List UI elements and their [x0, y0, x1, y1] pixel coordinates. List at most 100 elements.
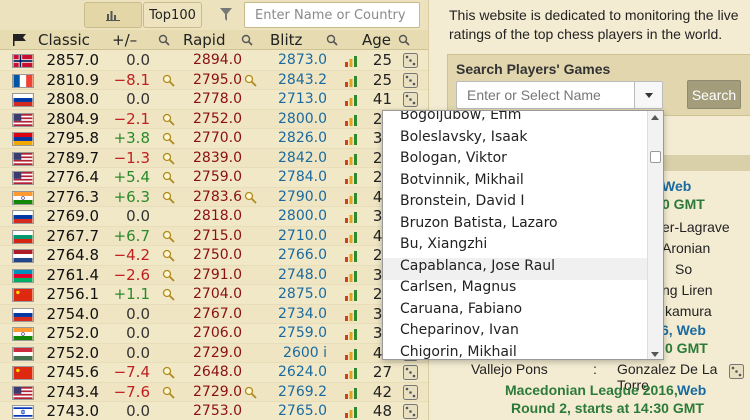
- dropdown-player-option[interactable]: Bruzon Batista, Lazaro: [383, 215, 649, 237]
- table-row[interactable]: 2743.0 0.0 2753.0 2765.0 48: [0, 402, 428, 420]
- dice-icon[interactable]: [403, 72, 418, 88]
- search-games-icon[interactable]: [162, 132, 175, 145]
- table-row[interactable]: 2767.7+6.72715.02710.041: [0, 226, 428, 246]
- search-games-icon[interactable]: [244, 74, 257, 87]
- table-row[interactable]: 2776.4+5.42759.02784.023: [0, 168, 428, 188]
- table-row[interactable]: 2769.00.02818.02800.034: [0, 207, 428, 227]
- scroll-up-arrow-icon[interactable]: [651, 115, 659, 120]
- player-dropdown-list[interactable]: Bogoljubow, Efim Boleslavsky, Isaak Bologa…: [382, 110, 664, 360]
- header-age[interactable]: Age: [362, 30, 391, 50]
- rating-chart-icon[interactable]: [344, 289, 358, 301]
- rating-chart-icon[interactable]: [344, 309, 358, 321]
- dropdown-scrollbar[interactable]: [647, 111, 663, 359]
- dropdown-player-option[interactable]: Caruana, Fabiano: [383, 301, 649, 323]
- rating-chart-icon[interactable]: [344, 270, 358, 282]
- scroll-down-arrow-icon[interactable]: [651, 352, 659, 357]
- header-rapid[interactable]: Rapid: [183, 30, 226, 50]
- table-row[interactable]: 2810.9 −8.1 2795.0 2843.2 25: [0, 70, 428, 90]
- search-column-icon[interactable]: [398, 32, 411, 48]
- table-row[interactable]: 2764.8−4.22750.02766.025: [0, 246, 428, 266]
- table-row[interactable]: 2789.7−1.32839.02842.029: [0, 148, 428, 168]
- table-row[interactable]: 2752.00.02706.02759.031: [0, 324, 428, 344]
- search-games-icon[interactable]: [162, 386, 175, 399]
- dropdown-player-option[interactable]: Chigorin, Mikhail: [383, 344, 649, 360]
- table-row[interactable]: 2857.0 0.0 2894.0 2873.0 25: [0, 51, 428, 71]
- search-games-icon[interactable]: [162, 152, 175, 165]
- search-games-icon[interactable]: [162, 191, 175, 204]
- header-classic[interactable]: Classic: [38, 30, 90, 50]
- search-games-icon[interactable]: [162, 249, 175, 262]
- search-games-icon[interactable]: [244, 386, 257, 399]
- dropdown-player-option[interactable]: Carlsen, Magnus: [383, 279, 649, 301]
- rating-chart-icon[interactable]: [344, 387, 358, 399]
- dice-icon[interactable]: [729, 364, 744, 379]
- dropdown-player-option[interactable]: Bologan, Viktor: [383, 150, 649, 172]
- dice-icon[interactable]: [403, 365, 418, 380]
- header-blitz[interactable]: Blitz: [270, 30, 302, 50]
- rating-chart-icon[interactable]: [344, 348, 358, 360]
- dice-icon[interactable]: [403, 404, 418, 419]
- filter-icon[interactable]: [220, 8, 232, 22]
- table-row[interactable]: 2743.4 −7.6 2729.0 2769.2 42: [0, 382, 428, 402]
- dropdown-player-option[interactable]: Bogoljubow, Efim: [383, 111, 649, 129]
- name-country-search-input[interactable]: [244, 2, 420, 28]
- dropdown-player-option[interactable]: Capablanca, Jose Raul: [383, 257, 649, 280]
- dropdown-player-option[interactable]: Botvinnik, Mikhail: [383, 172, 649, 194]
- top100-button[interactable]: Top100: [143, 2, 202, 28]
- rating-chart-icon[interactable]: [344, 153, 358, 165]
- dropdown-player-option[interactable]: Bronstein, David I: [383, 193, 649, 215]
- dropdown-player-option[interactable]: Cheparinov, Ivan: [383, 322, 649, 344]
- rating-chart-icon[interactable]: [344, 94, 358, 106]
- rating-chart-icon[interactable]: [344, 75, 358, 87]
- search-games-icon[interactable]: [162, 366, 175, 379]
- search-games-icon[interactable]: [162, 288, 175, 301]
- table-row[interactable]: 2745.6 −7.4 2648.0 2624.0 27: [0, 363, 428, 383]
- search-games-icon[interactable]: [162, 113, 175, 126]
- event-web-link[interactable]: 6, Web: [661, 322, 706, 338]
- dice-icon[interactable]: [403, 384, 418, 400]
- search-column-icon[interactable]: [326, 32, 339, 48]
- search-games-icon[interactable]: [162, 230, 175, 243]
- search-games-icon[interactable]: [244, 191, 257, 204]
- search-games-icon[interactable]: [162, 171, 175, 184]
- player-age: 48: [372, 402, 392, 420]
- rating-chart-icon[interactable]: [344, 250, 358, 262]
- flag-column-icon[interactable]: [12, 34, 32, 46]
- rating-chart-icon[interactable]: [344, 231, 358, 243]
- rating-chart-icon[interactable]: [344, 192, 358, 204]
- dice-icon[interactable]: [403, 92, 418, 107]
- rating-chart-icon[interactable]: [344, 114, 358, 126]
- search-games-icon[interactable]: [162, 269, 175, 282]
- search-games-icon[interactable]: [162, 74, 175, 87]
- table-row[interactable]: 2754.00.02767.02734.034: [0, 304, 428, 324]
- table-row[interactable]: 2752.00.02729.02600 i40: [0, 343, 428, 363]
- player-name-select[interactable]: Enter or Select Name: [456, 81, 663, 109]
- rating-chart-icon[interactable]: [344, 172, 358, 184]
- select-dropdown-button[interactable]: [634, 82, 662, 108]
- search-column-icon[interactable]: [158, 32, 171, 48]
- country-flag-icon: [12, 190, 34, 205]
- league-web-link[interactable]: Web: [677, 382, 706, 398]
- scrollbar-thumb[interactable]: [650, 151, 661, 163]
- chart-button[interactable]: [84, 2, 142, 28]
- table-row[interactable]: 2795.8+3.82770.02826.033: [0, 129, 428, 149]
- rating-chart-icon[interactable]: [344, 211, 358, 223]
- rating-chart-icon[interactable]: [344, 406, 358, 418]
- event-web-link[interactable]: Web: [662, 178, 691, 194]
- header-change[interactable]: +/–: [112, 30, 137, 50]
- search-button[interactable]: Search: [687, 80, 741, 109]
- dice-icon[interactable]: [403, 53, 418, 68]
- rating-chart-icon[interactable]: [344, 133, 358, 145]
- table-row[interactable]: 2804.9−2.12752.02800.029: [0, 109, 428, 129]
- dropdown-player-option[interactable]: Boleslavsky, Isaak: [383, 129, 649, 151]
- rating-chart-icon[interactable]: [344, 367, 358, 379]
- rating-chart-icon[interactable]: [344, 328, 358, 340]
- table-row[interactable]: 2808.0 0.0 2778.0 2713.0 41: [0, 90, 428, 110]
- country-flag-icon: [12, 73, 34, 88]
- dropdown-player-option[interactable]: Bu, Xiangzhi: [383, 236, 649, 258]
- search-column-icon[interactable]: [241, 32, 254, 48]
- table-row[interactable]: 2761.4−2.62791.02748.031: [0, 265, 428, 285]
- table-row[interactable]: 2756.1+1.12704.02875.024: [0, 285, 428, 305]
- rating-chart-icon[interactable]: [344, 55, 358, 67]
- table-row[interactable]: 2776.3+6.32783.62790.046: [0, 187, 428, 207]
